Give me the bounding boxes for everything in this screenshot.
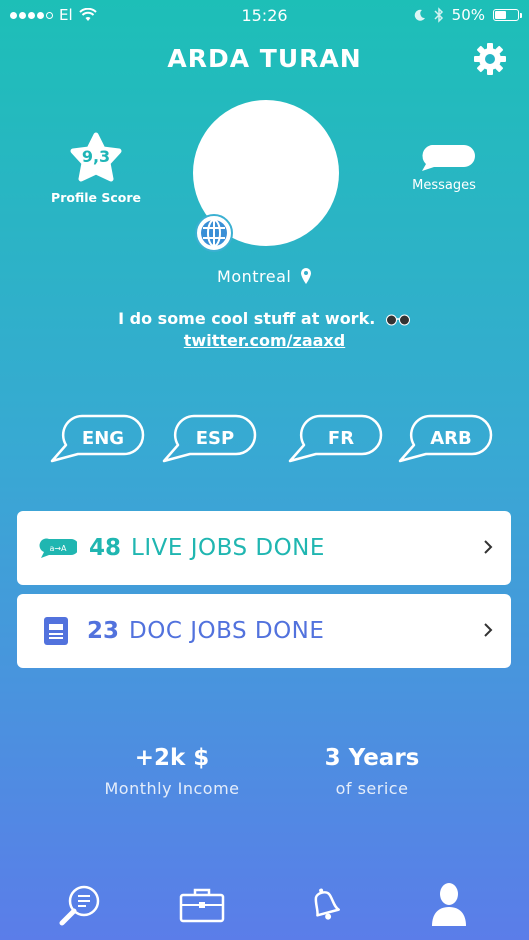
moon-icon: [414, 9, 425, 21]
monthly-income-stat: +2k $ Monthly Income: [72, 745, 272, 798]
chevron-right-icon: [484, 623, 493, 637]
location-pin-icon: [300, 268, 311, 284]
years-stat: 3 Years of serice: [272, 745, 472, 798]
signal-icon: [10, 11, 53, 19]
language-eng[interactable]: ENG: [50, 414, 145, 464]
page-title: ARDA TURAN: [167, 44, 362, 73]
tab-bar: [0, 880, 529, 940]
svg-text:a→A: a→A: [49, 544, 67, 553]
language-label: ARB: [430, 428, 472, 449]
gear-icon: [474, 43, 506, 75]
language-label: FR: [327, 428, 355, 449]
doc-jobs-count: 23: [87, 618, 120, 644]
score-value: 9,3: [81, 147, 111, 166]
chat-bubble-icon: [422, 145, 475, 171]
live-jobs-count: 48: [89, 535, 122, 561]
profile-score[interactable]: 9,3 Profile Score: [50, 132, 142, 205]
wifi-icon: [78, 8, 97, 21]
years-value: 3 Years: [324, 745, 420, 771]
carrier-label: El: [59, 6, 73, 24]
settings-button[interactable]: [473, 42, 507, 76]
language-esp[interactable]: ESP: [162, 414, 257, 464]
doc-jobs-card[interactable]: 23 DOC JOBS DONE: [17, 594, 511, 668]
glasses-icon: [385, 314, 410, 326]
bio-text: I do some cool stuff at work.: [118, 309, 376, 328]
messages-label: Messages: [412, 178, 476, 193]
battery-icon: [493, 9, 522, 21]
bio: I do some cool stuff at work.: [0, 309, 529, 328]
tab-notifications[interactable]: [300, 880, 350, 930]
tab-jobs[interactable]: [177, 880, 227, 930]
chat-translate-icon: a→A: [39, 538, 77, 558]
score-label: Profile Score: [51, 190, 141, 205]
language-label: ESP: [195, 428, 235, 449]
messages-button[interactable]: Messages: [404, 142, 484, 193]
tab-profile[interactable]: [424, 880, 474, 930]
location-label: Montreal: [217, 267, 292, 286]
income-label: Monthly Income: [104, 779, 240, 798]
language-label: ENG: [81, 428, 125, 449]
live-jobs-label: LIVE JOBS DONE: [131, 535, 325, 561]
twitter-link[interactable]: twitter.com/zaaxd: [0, 331, 529, 350]
language-list: ENG ESP FR ARB: [50, 414, 493, 466]
live-jobs-card[interactable]: a→A 48 LIVE JOBS DONE: [17, 511, 511, 585]
income-value: +2k $: [134, 745, 210, 771]
location: Montreal: [0, 267, 529, 286]
profile-icon: [432, 883, 466, 926]
language-arb[interactable]: ARB: [398, 414, 493, 464]
battery-percent: 50%: [451, 6, 485, 24]
years-label: of serice: [335, 779, 409, 798]
briefcase-icon: [179, 888, 225, 923]
bluetooth-icon: [434, 7, 443, 23]
status-bar: El 15:26 50%: [0, 0, 529, 30]
tab-search[interactable]: [55, 880, 105, 930]
star-icon: 9,3: [69, 132, 123, 186]
language-fr[interactable]: FR: [288, 414, 383, 464]
document-icon: [44, 617, 68, 645]
doc-jobs-label: DOC JOBS DONE: [129, 618, 325, 644]
chevron-right-icon: [484, 540, 493, 554]
flag-icon: [195, 214, 233, 252]
bell-icon: [314, 888, 340, 920]
search-icon: [59, 885, 100, 926]
